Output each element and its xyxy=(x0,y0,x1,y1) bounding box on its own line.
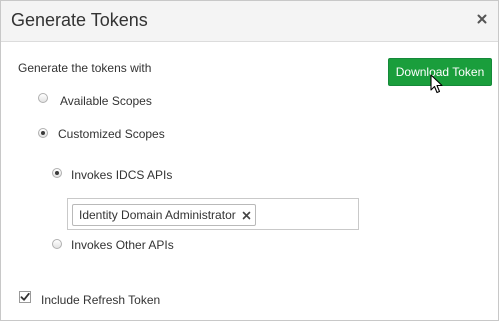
remove-chip-icon[interactable] xyxy=(242,206,251,220)
include-refresh-token-checkbox[interactable] xyxy=(19,291,31,303)
available-scopes-label: Available Scopes xyxy=(60,94,152,108)
close-icon[interactable] xyxy=(475,12,489,26)
role-chip-label: Identity Domain Administrator xyxy=(79,208,236,222)
section-label: Generate the tokens with xyxy=(18,61,152,75)
invokes-other-apis-radio[interactable] xyxy=(52,239,62,249)
available-scopes-radio[interactable] xyxy=(38,93,48,103)
customized-scopes-label: Customized Scopes xyxy=(58,127,165,141)
customized-scopes-radio[interactable] xyxy=(38,128,48,138)
invokes-other-apis-label: Invokes Other APIs xyxy=(71,238,174,252)
invokes-idcs-apis-label: Invokes IDCS APIs xyxy=(71,168,173,182)
roles-select-field[interactable]: Identity Domain Administrator xyxy=(67,198,359,230)
generate-tokens-dialog: Generate Tokens Generate the tokens with… xyxy=(0,0,499,321)
dialog-title: Generate Tokens xyxy=(11,10,148,30)
invokes-idcs-apis-radio[interactable] xyxy=(52,168,62,178)
mouse-cursor-icon xyxy=(430,74,443,94)
include-refresh-token-label: Include Refresh Token xyxy=(41,293,161,307)
dialog-header: Generate Tokens xyxy=(1,1,498,42)
role-chip: Identity Domain Administrator xyxy=(72,204,256,226)
